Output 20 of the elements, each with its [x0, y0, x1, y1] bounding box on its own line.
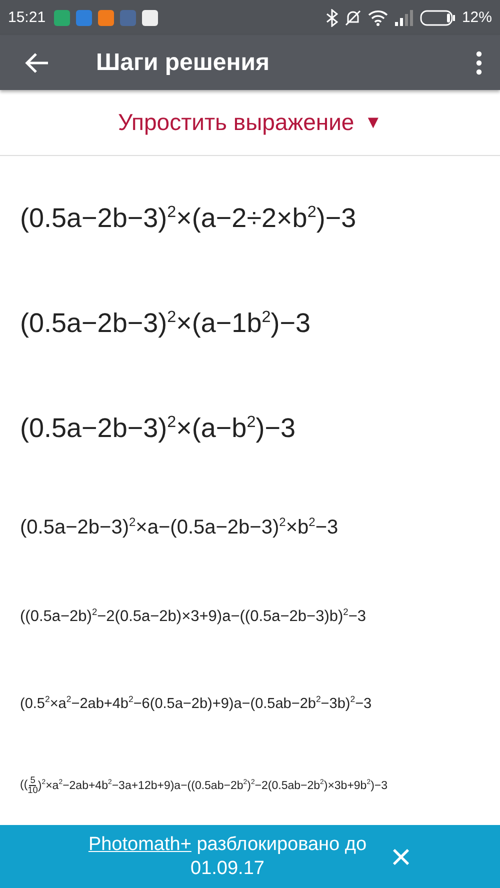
screen-title: Шаги решения: [96, 48, 270, 77]
math-expression: ((0.5a−2b)$^{2}$−2(0.5a−2b)×3+9)a−((0.5a−2b−3)b)$^{2}$−3: [20, 606, 368, 628]
battery-percent: 12%: [462, 9, 492, 26]
math-expression: (0.5a−2b−3)$^{2}$×(a−b$^{2}$)−3: [20, 412, 296, 446]
math-expression: (0.5a−2b−3)$^{2}$×(a−2÷2×b$^{2}$)−3: [20, 202, 358, 236]
wifi-icon: [368, 10, 388, 26]
back-arrow-icon[interactable]: [24, 52, 50, 74]
close-button[interactable]: ×: [390, 836, 412, 878]
battery-icon: [420, 10, 456, 26]
math-expression: (0.5a−2b−3)$^{2}$×a−(0.5a−2b−3)$^{2}$×b$^{2}$−3: [20, 514, 340, 541]
status-time: 15:21: [8, 9, 46, 26]
method-dropdown[interactable]: Упростить выражение ▼: [112, 108, 388, 138]
more-menu-icon[interactable]: [476, 50, 482, 75]
bluetooth-icon: [326, 8, 338, 27]
photomath-link[interactable]: Photomath+: [88, 834, 192, 855]
signal-icon: [394, 10, 414, 26]
promo-message: Photomath+ разблокировано до 01.09.17: [88, 832, 367, 880]
math-expression: (0.5a−2b−3)$^{2}$×(a−1b$^{2}$)−3: [20, 307, 312, 340]
math-expression: (0.5$^{2}$×a$^{2}$−2ab+4b$^{2}$−6(0.5a−2b)+9)a−(0.5ab−2b$^{2}$−3b)$^{2}$−3: [20, 692, 373, 714]
muted-bell-icon: [344, 8, 362, 27]
